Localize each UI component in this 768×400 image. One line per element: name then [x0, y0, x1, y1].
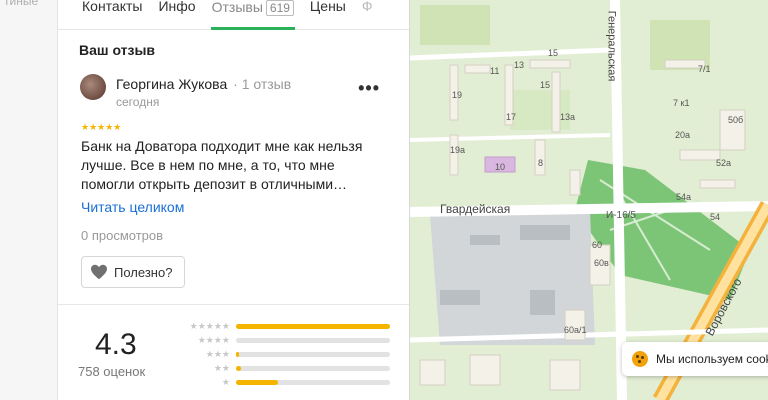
review-author[interactable]: Георгина Жукова · 1 отзыв — [116, 76, 291, 92]
map-house-label: 19а — [450, 145, 466, 155]
tab-reviews-label: Отзывы — [211, 0, 263, 15]
map-poi-label: И-16/5 — [606, 210, 636, 221]
map-house-label: 19 — [452, 90, 463, 100]
rating-bar-stars: ★★ — [213, 363, 230, 373]
review-stars: ★★★★★ — [81, 122, 122, 132]
tab-photos[interactable]: Ф — [362, 0, 373, 30]
map-house-label: 17 — [506, 112, 517, 122]
rating-bar-stars: ★★★★★ — [189, 321, 230, 331]
tab-reviews[interactable]: Отзывы 619 — [210, 0, 296, 30]
author-name: Георгина Жукова — [116, 76, 228, 92]
rating-bar-stars: ★★★★ — [197, 335, 230, 345]
rating-bar-track — [236, 352, 390, 357]
map-house-label: 11 — [490, 66, 500, 76]
useful-button[interactable]: Полезно? — [81, 256, 185, 288]
cookie-banner[interactable]: Мы используем cookie — [622, 342, 768, 376]
rating-bar-fill — [236, 380, 278, 385]
organization-panel: Контакты Инфо Отзывы 619 Цены Ф Ваш отзыв… — [58, 0, 410, 400]
left-strip-fragment: тиные — [4, 0, 39, 8]
map-house-label: 15 — [548, 48, 559, 58]
rating-bar-track — [236, 380, 390, 385]
review-date: сегодня — [116, 95, 160, 109]
read-more-link[interactable]: Читать целиком — [81, 199, 184, 215]
rating-bar-fill — [236, 352, 240, 357]
cookie-text: Мы используем cookie — [656, 352, 768, 366]
more-options-icon[interactable]: ••• — [358, 78, 380, 99]
map-house-label: 50б — [728, 115, 744, 125]
tab-info[interactable]: Инфо — [158, 0, 195, 30]
tab-contacts[interactable]: Контакты — [82, 0, 142, 30]
avatar[interactable] — [80, 74, 106, 100]
map-house-label: 54 — [710, 212, 721, 222]
map-house-label: 7 к1 — [673, 98, 690, 108]
map-house-label: 13а — [560, 112, 576, 122]
rating-bar-fill — [236, 324, 390, 329]
rating-bar-stars: ★★★ — [205, 349, 230, 359]
map-house-label: 13 — [514, 60, 525, 70]
ratings-count: 758 оценок — [78, 364, 146, 379]
street-label-general: Генеральская — [605, 10, 618, 82]
map-house-label: 8 — [538, 158, 544, 168]
useful-label: Полезно? — [114, 264, 173, 280]
author-review-count: · 1 отзыв — [233, 76, 292, 92]
rating-bar-5: ★★★★★ — [170, 321, 400, 333]
rating-bar-1: ★ — [170, 377, 400, 389]
tab-reviews-count: 619 — [265, 0, 294, 16]
map-house-label: 7/1 — [698, 64, 711, 74]
rating-bar-4: ★★★★ — [170, 335, 400, 347]
map-house-label: 10 — [495, 162, 506, 172]
heart-icon — [91, 264, 107, 280]
rating-bar-track — [236, 338, 390, 343]
map-house-label: 60в — [594, 258, 609, 268]
section-title: Ваш отзыв — [79, 42, 156, 58]
left-strip: тиные — [0, 0, 58, 400]
rating-bar-track — [236, 324, 390, 329]
rating-summary: 4.3 758 оценок ★★★★★ ★★★★ ★★★ ★★ ★ — [58, 316, 409, 400]
rating-bar-stars: ★ — [221, 377, 230, 387]
map-canvas — [410, 0, 768, 400]
tab-bar: Контакты Инфо Отзывы 619 Цены Ф — [58, 0, 409, 30]
rating-bar-2: ★★ — [170, 363, 400, 375]
map-house-label: 52а — [716, 158, 732, 168]
review-text: Банк на Доватора подходит мне как нельзя… — [81, 138, 363, 192]
rating-bar-track — [236, 366, 390, 371]
map-house-label: 20а — [675, 130, 691, 140]
map-house-label: 60 — [592, 240, 603, 250]
street-label-guards: Гвардейская — [440, 202, 511, 216]
divider — [58, 304, 409, 305]
map-house-label: 54а — [676, 192, 692, 202]
views-count: 0 просмотров — [81, 228, 164, 243]
rating-bar-3: ★★★ — [170, 349, 400, 361]
map-house-label: 60а/1 — [564, 325, 587, 335]
rating-bar-fill — [236, 366, 241, 371]
map[interactable]: Гвардейская Воровского Генеральская 13 1… — [410, 0, 768, 400]
tab-prices[interactable]: Цены — [310, 0, 346, 30]
cookie-icon — [632, 351, 648, 367]
rating-value: 4.3 — [95, 328, 137, 361]
map-house-label: 15 — [540, 80, 551, 90]
